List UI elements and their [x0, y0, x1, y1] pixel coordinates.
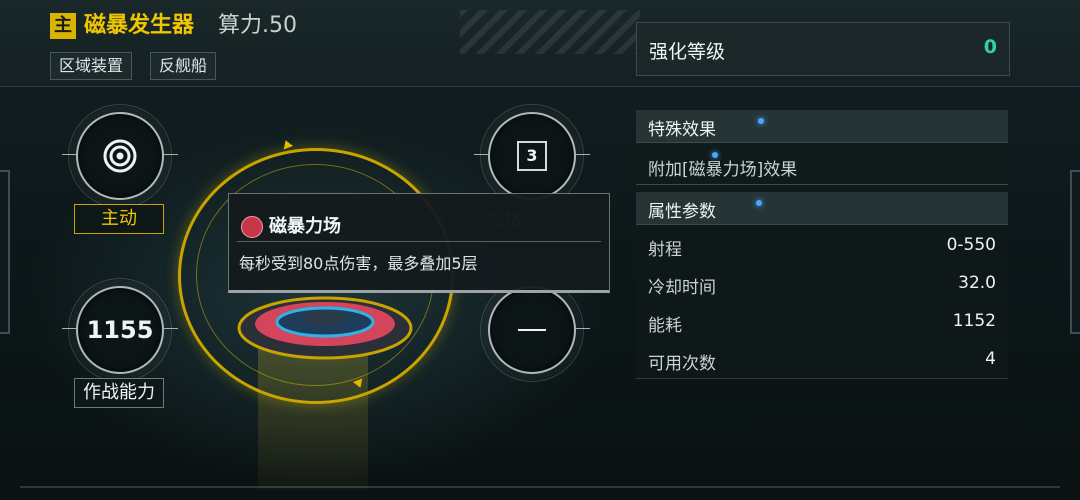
magnetic-generator-model	[237, 296, 413, 360]
attribute-value: 0-550	[946, 235, 996, 255]
equipment-title: 磁暴发生器	[84, 13, 195, 38]
mode-circle[interactable]	[68, 104, 172, 208]
tooltip-title: 磁暴力场	[269, 216, 341, 237]
right-edge-handle	[1070, 170, 1080, 334]
mode-label: 主动	[74, 204, 164, 234]
special-effect-body: 附加[磁暴力场]效果	[636, 148, 1008, 185]
circle-tick	[576, 154, 590, 155]
bottom-divider	[20, 486, 1060, 488]
attribute-key: 射程	[648, 240, 682, 260]
magnetic-storm-icon	[241, 216, 263, 238]
attribute-value: 4	[985, 349, 996, 369]
attribute-value: 1152	[952, 311, 996, 331]
effect-tooltip: 磁暴力场 每秒受到80点伤害，最多叠加5层	[228, 193, 610, 293]
computing-power: 算力.50	[218, 13, 297, 38]
attribute-key: 能耗	[648, 316, 682, 336]
attribute-row: 射程 0-550	[636, 226, 1008, 265]
special-effect-title: 特殊效果	[648, 120, 716, 140]
attributes-header: 属性参数	[636, 192, 1008, 225]
slot-count: 3	[517, 141, 547, 171]
combat-power-value: 1155	[86, 316, 154, 344]
circle-tick	[164, 154, 178, 155]
empty-stat-circle[interactable]	[480, 278, 584, 382]
target-ring-icon	[103, 139, 137, 173]
sparkle-icon	[756, 200, 762, 206]
circle-tick	[62, 154, 76, 155]
sparkle-icon	[712, 152, 718, 158]
enhance-level-value: 0	[983, 36, 997, 58]
attribute-row: 可用次数 4	[636, 340, 1008, 379]
tag-area-device: 区域装置	[50, 52, 133, 80]
circle-tick	[576, 328, 590, 329]
tooltip-description: 每秒受到80点伤害，最多叠加5层	[239, 254, 478, 273]
main-equipment-tag: 主	[50, 13, 76, 39]
attribute-value: 32.0	[958, 273, 996, 293]
dash-icon	[518, 329, 546, 331]
tag-anti-ship: 反舰船	[150, 52, 217, 80]
special-effect-text: 附加[磁暴力场]效果	[648, 160, 798, 180]
combat-power-label: 作战能力	[74, 378, 164, 408]
attribute-key: 冷却时间	[648, 278, 716, 298]
circle-tick	[164, 328, 178, 329]
attributes-title: 属性参数	[648, 202, 716, 222]
left-edge-handle	[0, 170, 10, 334]
attribute-row: 能耗 1152	[636, 302, 1008, 341]
circle-tick	[62, 328, 76, 329]
circle-tick	[474, 154, 488, 155]
combat-power-circle: 1155	[68, 278, 172, 382]
enhance-level-label: 强化等级	[649, 41, 726, 63]
sparkle-icon	[758, 118, 764, 124]
tooltip-divider	[237, 241, 601, 242]
special-effect-header: 特殊效果	[636, 110, 1008, 143]
slot-circle[interactable]: 3	[480, 104, 584, 208]
enhance-level-panel[interactable]: 强化等级 0	[636, 22, 1010, 76]
attribute-key: 可用次数	[648, 354, 716, 374]
header-stripes	[460, 10, 640, 54]
attribute-row: 冷却时间 32.0	[636, 264, 1008, 303]
